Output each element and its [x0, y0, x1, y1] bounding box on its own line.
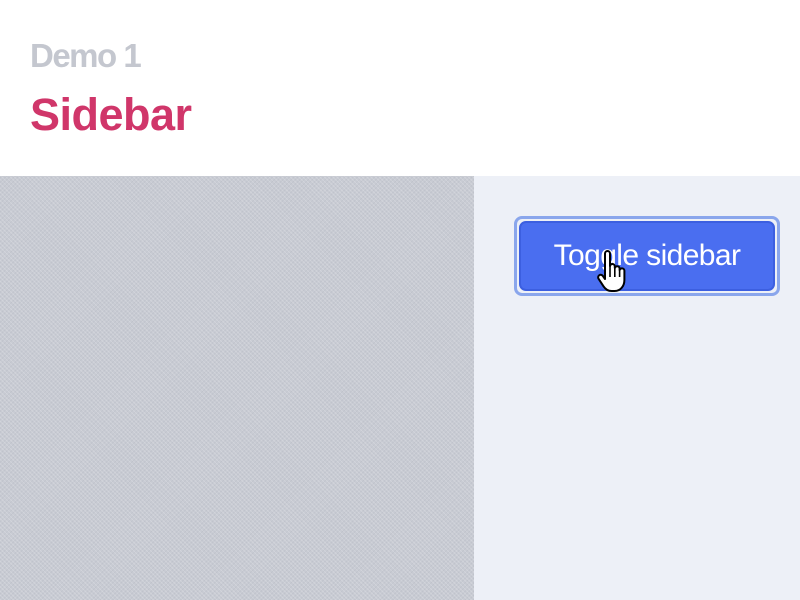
demo-label: Demo 1 [30, 37, 142, 74]
sidebar-panel [0, 176, 474, 600]
page-header: Demo 1 Sidebar [0, 0, 800, 176]
page: Demo 1 Sidebar Toggle sidebar [0, 0, 800, 600]
main-pane: Toggle sidebar [474, 176, 800, 600]
toggle-sidebar-button[interactable]: Toggle sidebar [519, 221, 775, 291]
demo-area: Toggle sidebar [0, 176, 800, 600]
page-title: Sidebar [30, 89, 192, 140]
